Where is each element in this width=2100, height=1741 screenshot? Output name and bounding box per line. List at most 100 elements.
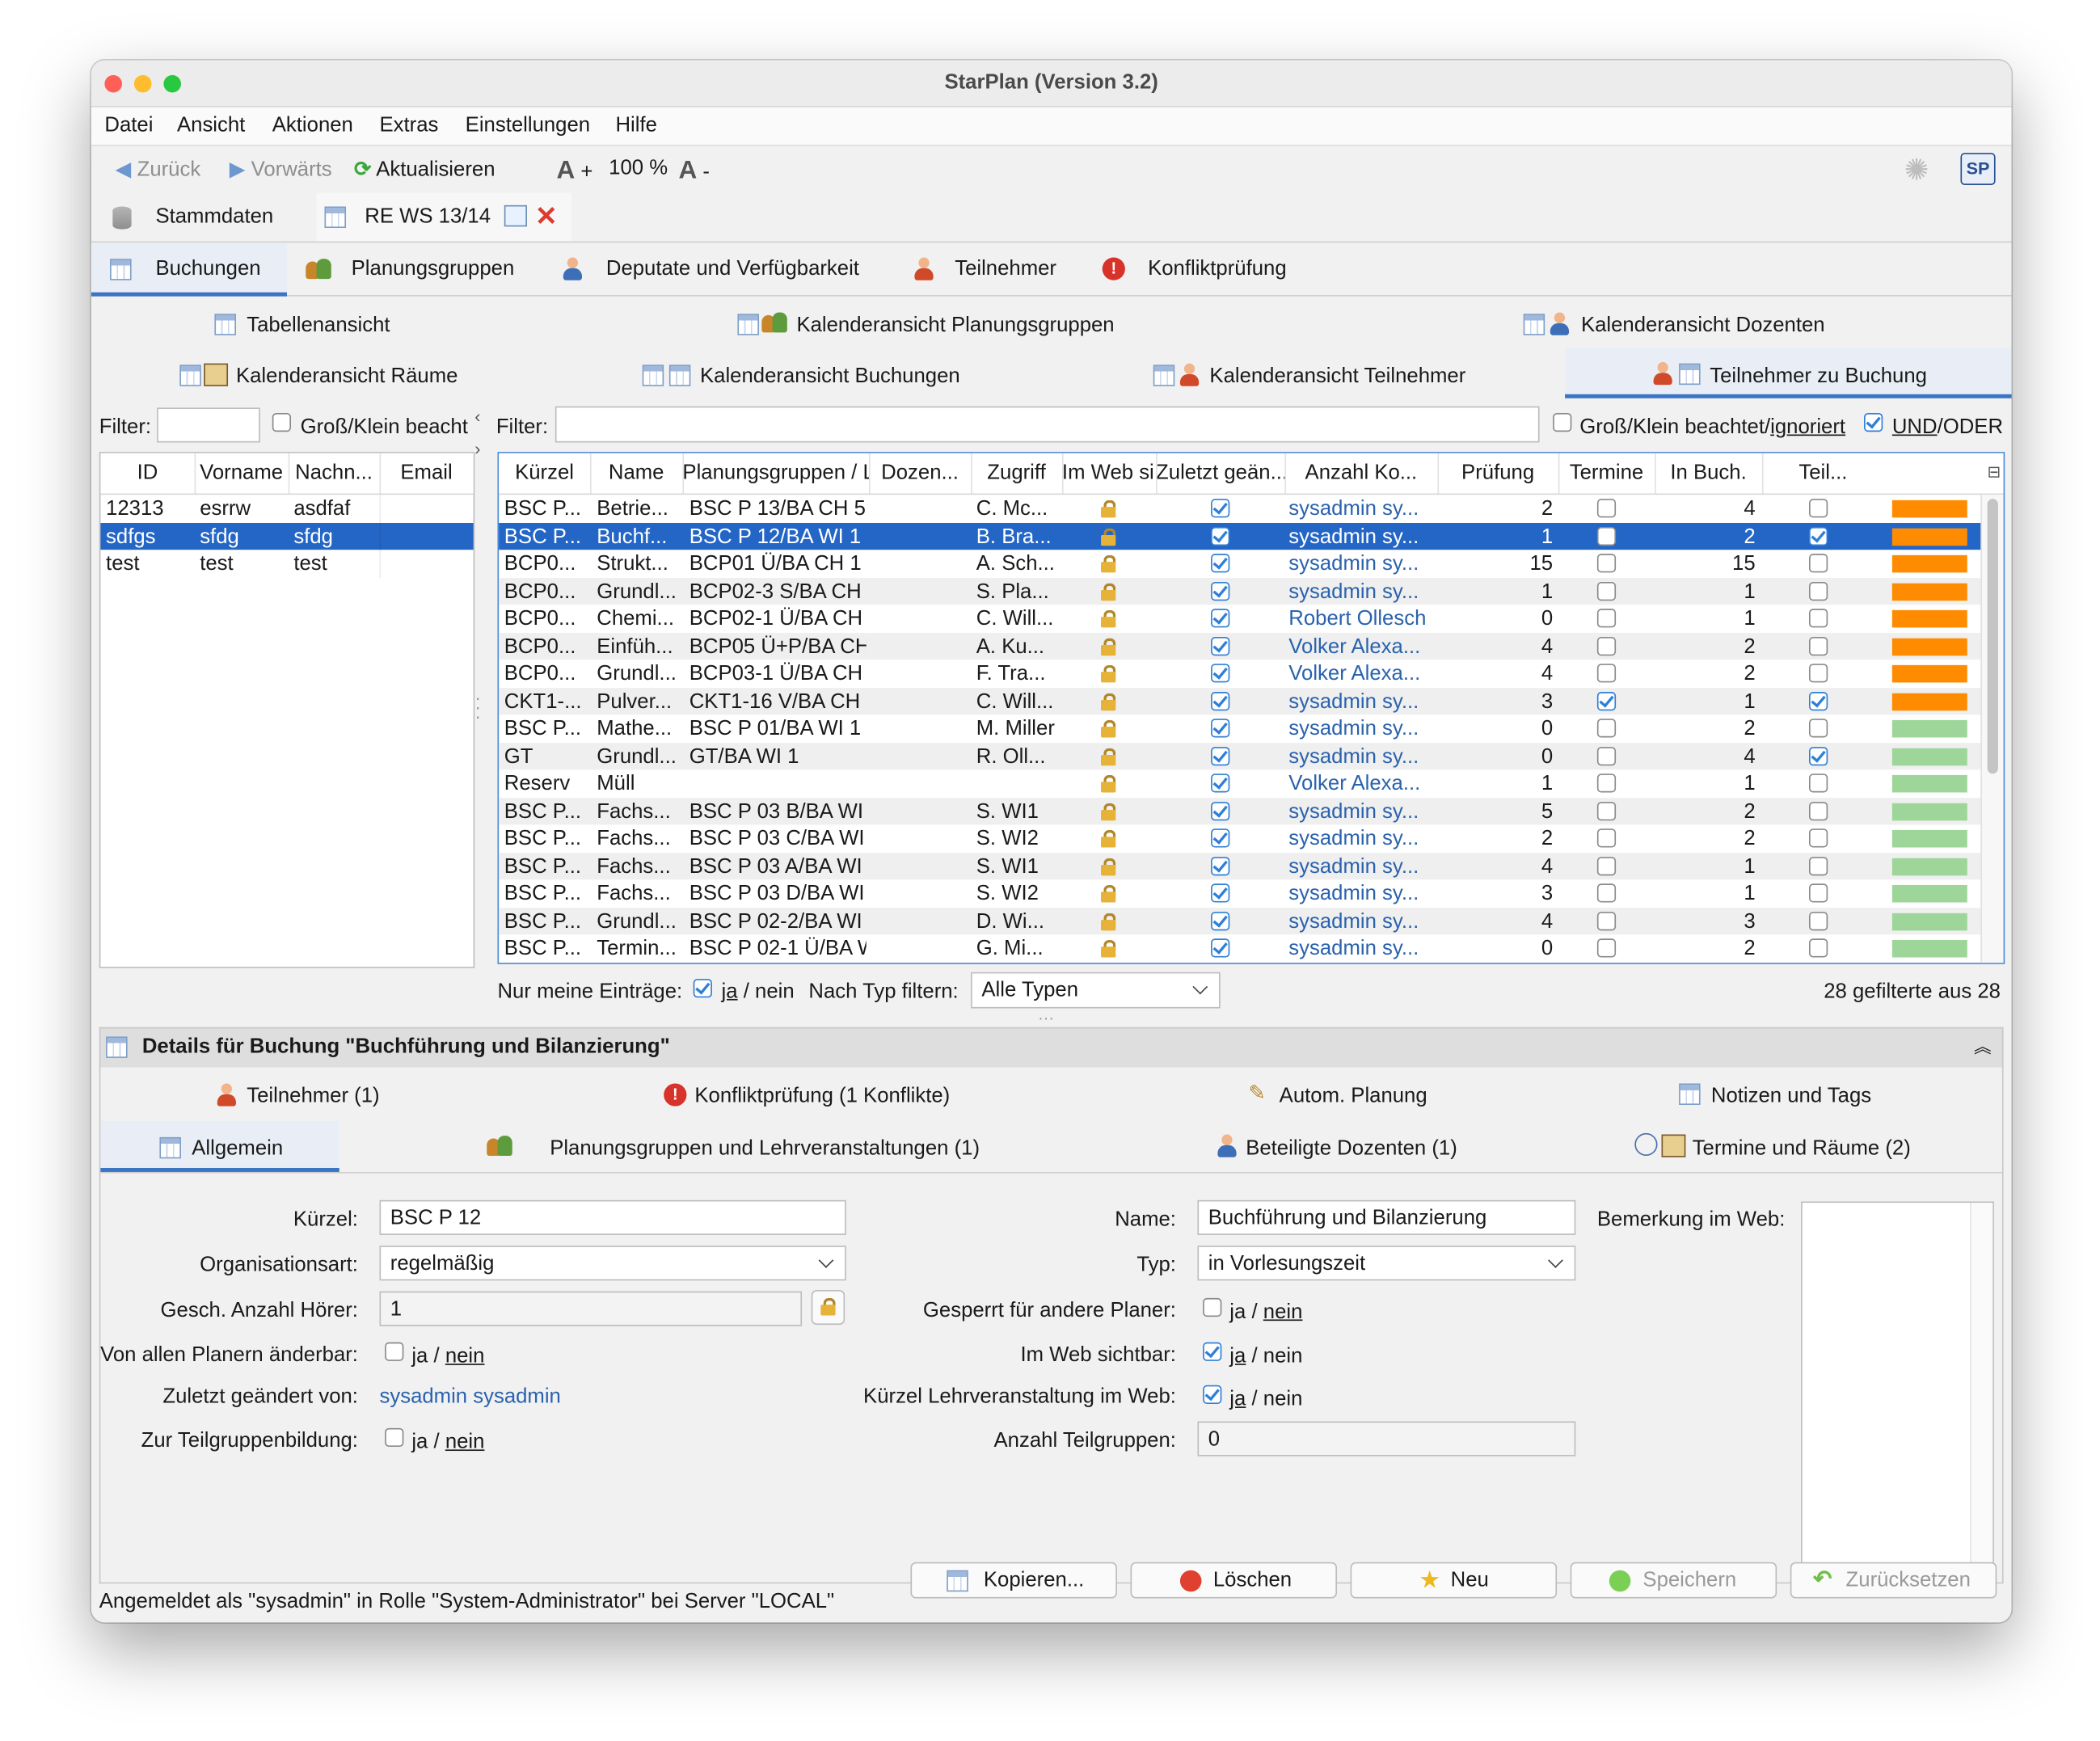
- left-case-checkbox[interactable]: [272, 412, 292, 432]
- col-header[interactable]: Termine: [1558, 462, 1655, 486]
- in-buchung-checkbox[interactable]: [1808, 691, 1828, 710]
- tab-teilnehmer[interactable]: Teilnehmer: [912, 244, 1086, 295]
- zuruecksetzen-button[interactable]: ↶ Zurücksetzen: [1790, 1562, 1997, 1599]
- table-row[interactable]: BSC P... Mathe... BSC P 01/BA WI 1 M. Mille…: [499, 715, 1982, 742]
- table-row[interactable]: BCP0... Grundl... BCP02-3 S/BA CH 1 S. Pla.…: [499, 577, 1983, 605]
- kuerzel-input[interactable]: BSC P 12: [379, 1199, 846, 1235]
- in-buchung-checkbox[interactable]: [1808, 554, 1828, 573]
- col-nachname[interactable]: Nachn...: [289, 462, 380, 486]
- zuletzt-link[interactable]: sysadmin sysadmin: [379, 1385, 560, 1410]
- web-visible-checkbox[interactable]: [1211, 746, 1230, 765]
- col-header[interactable]: Zuletzt geän...: [1156, 462, 1284, 486]
- web-visible-checkbox[interactable]: [1211, 581, 1230, 601]
- bemerkung-textarea[interactable]: [1801, 1201, 1994, 1572]
- changed-by-link[interactable]: sysadmin sy...: [1288, 580, 1436, 605]
- table-row[interactable]: Reserv Müll Volker Alexa... 1 1: [499, 769, 1982, 797]
- pruefung-checkbox[interactable]: [1596, 801, 1617, 820]
- neu-button[interactable]: ★ Neu: [1350, 1562, 1558, 1599]
- in-buchung-checkbox[interactable]: [1808, 499, 1828, 518]
- doctab-semester[interactable]: RE WS 13/14 ✕: [316, 192, 571, 242]
- collapse-details-icon[interactable]: ︽: [1974, 1032, 1992, 1058]
- table-row[interactable]: BSC P... Fachs... BSC P 03 C/BA WI 1 S. WI2…: [499, 824, 1982, 852]
- changed-by-link[interactable]: sysadmin sy...: [1288, 800, 1436, 824]
- col-header[interactable]: Dozen...: [869, 462, 971, 486]
- web-visible-checkbox[interactable]: [1211, 636, 1230, 656]
- in-buchung-checkbox[interactable]: [1808, 883, 1828, 903]
- tab-konfliktpruefung[interactable]: ! Konfliktprüfung: [1102, 244, 1317, 295]
- vertical-splitter-handle[interactable]: · · ·: [474, 688, 481, 725]
- web-visible-checkbox[interactable]: [1211, 828, 1230, 848]
- pruefung-checkbox[interactable]: [1596, 774, 1617, 793]
- pruefung-checkbox[interactable]: [1596, 719, 1617, 738]
- in-buchung-checkbox[interactable]: [1808, 636, 1828, 656]
- und-oder-checkbox[interactable]: [1864, 412, 1883, 432]
- pruefung-checkbox[interactable]: [1596, 609, 1617, 628]
- changed-by-link[interactable]: sysadmin sy...: [1288, 938, 1436, 962]
- menu-datei[interactable]: Datei: [104, 114, 153, 138]
- kopieren-button[interactable]: Kopieren...: [910, 1562, 1117, 1599]
- right-case-checkbox[interactable]: [1553, 412, 1572, 432]
- changed-by-link[interactable]: sysadmin sy...: [1288, 553, 1436, 577]
- pruefung-checkbox[interactable]: [1596, 499, 1617, 518]
- refresh-button[interactable]: ⟳ Aktualisieren: [354, 157, 495, 183]
- expand-left-icon[interactable]: ›: [474, 438, 480, 458]
- anzahl-teilgruppen-input[interactable]: 0: [1197, 1421, 1576, 1456]
- pruefung-checkbox[interactable]: [1596, 636, 1617, 656]
- table-row[interactable]: CKT1-... Pulver... CKT1-16 V/BA CH 5 C. Wil…: [499, 687, 1983, 715]
- in-buchung-checkbox[interactable]: [1808, 911, 1828, 930]
- changed-by-link[interactable]: Volker Alexa...: [1288, 635, 1436, 660]
- in-buchung-checkbox[interactable]: [1808, 746, 1828, 765]
- organisationsart-select[interactable]: regelmäßig: [379, 1246, 846, 1281]
- changed-by-link[interactable]: sysadmin sy...: [1288, 718, 1436, 742]
- changed-by-link[interactable]: sysadmin sy...: [1288, 525, 1436, 549]
- left-filter-input[interactable]: [157, 407, 260, 443]
- changed-by-link[interactable]: sysadmin sy...: [1288, 883, 1436, 907]
- changed-by-link[interactable]: Volker Alexa...: [1288, 663, 1436, 687]
- col-header[interactable]: Im Web si...: [1062, 462, 1156, 486]
- web-visible-checkbox[interactable]: [1211, 609, 1230, 628]
- col-header[interactable]: In Buch.: [1655, 462, 1762, 486]
- table-row[interactable]: BCP0... Chemi... BCP02-1 Ü/BA CH 1 C. Will.…: [499, 605, 1982, 632]
- col-header[interactable]: Kürzel: [499, 462, 590, 486]
- web-visible-checkbox[interactable]: [1211, 554, 1230, 573]
- changed-by-link[interactable]: sysadmin sy...: [1288, 828, 1436, 852]
- menu-ansicht[interactable]: Ansicht: [177, 114, 245, 138]
- changed-by-link[interactable]: sysadmin sy...: [1288, 690, 1436, 715]
- col-header[interactable]: Name: [590, 462, 682, 486]
- table-row[interactable]: BSC P... Termin... BSC P 02-1 Ü/BA WI 1 G. …: [499, 934, 1982, 962]
- web-visible-checkbox[interactable]: [1211, 719, 1230, 738]
- aenderbar-checkbox[interactable]: [385, 1342, 404, 1361]
- doctab-stammdaten[interactable]: Stammdaten: [110, 193, 297, 242]
- forward-button[interactable]: ▶ Vorwärts: [230, 157, 332, 183]
- speichern-button[interactable]: Speichern: [1570, 1562, 1777, 1599]
- changed-by-link[interactable]: sysadmin sy...: [1288, 910, 1436, 934]
- table-row[interactable]: BCP0... Grundl... BCP03-1 Ü/BA CH 1 F. Tra.…: [499, 660, 1982, 687]
- col-header[interactable]: Teil...: [1762, 462, 1884, 486]
- col-header[interactable]: Planungsgruppen / Lehrver...: [682, 462, 869, 486]
- web-visible-checkbox[interactable]: [1211, 801, 1230, 820]
- gesperrt-checkbox[interactable]: [1203, 1297, 1222, 1317]
- col-vorname[interactable]: Vorname: [195, 462, 289, 486]
- loeschen-button[interactable]: Löschen: [1130, 1562, 1338, 1599]
- hoerer-lock-button[interactable]: [811, 1289, 845, 1326]
- menu-einstellungen[interactable]: Einstellungen: [466, 114, 590, 138]
- web-visible-checkbox[interactable]: [1211, 938, 1230, 958]
- web-visible-checkbox[interactable]: [1211, 526, 1230, 546]
- typ-select[interactable]: in Vorlesungszeit: [1197, 1246, 1576, 1281]
- horizontal-splitter-handle[interactable]: ···: [1038, 1009, 1054, 1027]
- pruefung-checkbox[interactable]: [1596, 581, 1617, 601]
- kuerzel-web-checkbox[interactable]: [1203, 1385, 1222, 1404]
- table-row[interactable]: sdfgs sfdg sfdg: [100, 522, 474, 550]
- pruefung-checkbox[interactable]: [1596, 554, 1617, 573]
- pruefung-checkbox[interactable]: [1596, 746, 1617, 765]
- menu-aktionen[interactable]: Aktionen: [272, 114, 353, 138]
- zoom-in-button[interactable]: A +: [556, 157, 592, 186]
- close-tab-icon[interactable]: ✕: [535, 200, 558, 233]
- hoerer-input[interactable]: 1: [379, 1291, 803, 1326]
- dtab-allgemein[interactable]: Allgemein: [100, 1120, 339, 1172]
- web-visible-checkbox[interactable]: [1211, 911, 1230, 930]
- tab-deputate[interactable]: Deputate und Verfügbarkeit: [560, 244, 882, 295]
- pruefung-checkbox[interactable]: [1596, 856, 1617, 875]
- pruefung-checkbox[interactable]: [1596, 526, 1617, 546]
- col-header[interactable]: Zugriff: [971, 462, 1062, 486]
